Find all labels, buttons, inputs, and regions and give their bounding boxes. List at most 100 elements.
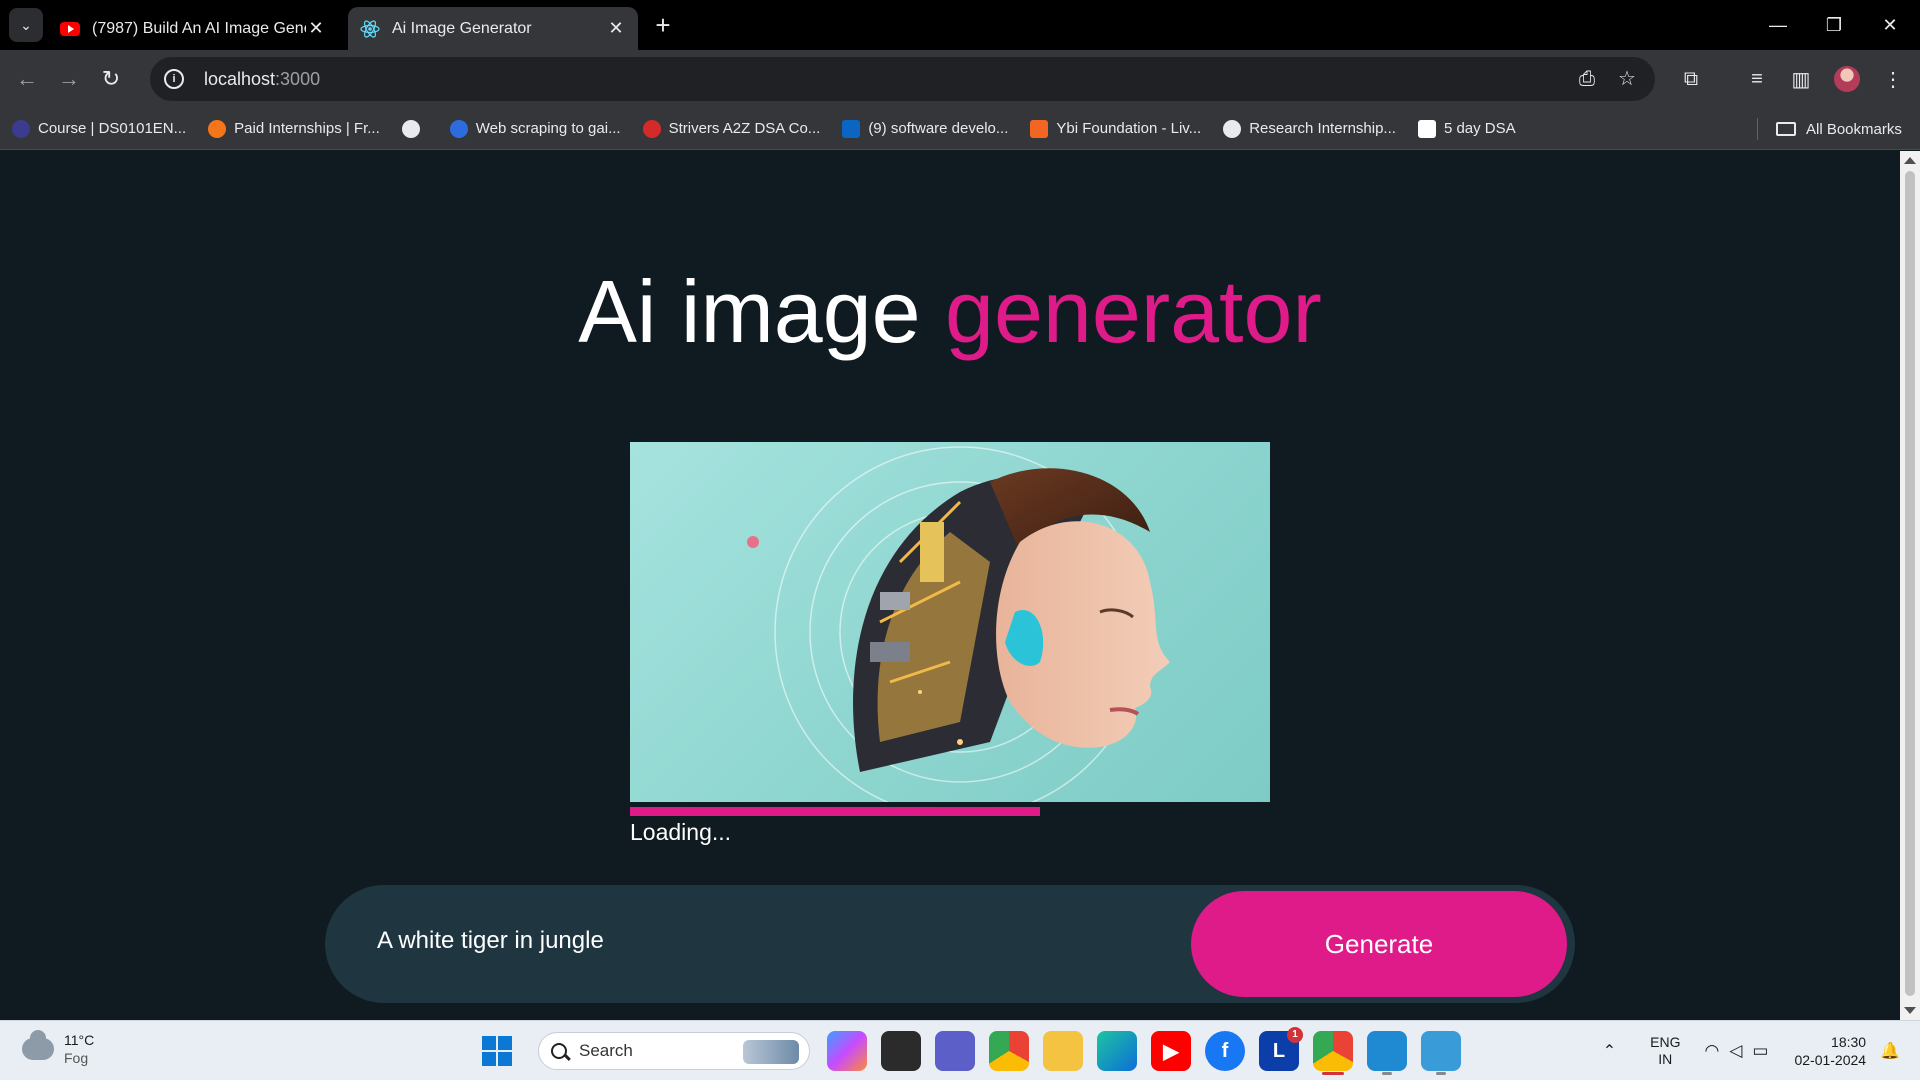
tab-strip: ⌄ (7987) Build An AI Image Gener ✕ Ai Im…	[0, 0, 1920, 50]
scrollbar-thumb[interactable]	[1905, 171, 1915, 996]
close-window-button[interactable]: ✕	[1862, 0, 1918, 50]
weather-widget[interactable]: 11°C Fog	[22, 1030, 95, 1067]
new-tab-button[interactable]: +	[650, 10, 676, 40]
youtube-icon[interactable]: ▶	[1151, 1031, 1191, 1071]
chrome-active-icon[interactable]	[1313, 1031, 1353, 1075]
bookmark-label: Web scraping to gai...	[475, 120, 621, 137]
close-icon[interactable]: ✕	[306, 18, 326, 39]
close-icon[interactable]: ✕	[606, 18, 626, 39]
bookmark-5-day-dsa[interactable]: 5 day DSA	[1417, 119, 1516, 138]
tab-ai-image-generator[interactable]: Ai Image Generator ✕	[348, 7, 638, 50]
address-bar[interactable]: i localhost:3000 ⎙ ☆	[150, 57, 1655, 101]
linkedin-icon	[842, 119, 861, 138]
bookmark-label: (9) software develo...	[868, 120, 1009, 137]
bookmark-paid-internships[interactable]: Paid Internships | Fr...	[208, 119, 380, 138]
generate-button[interactable]: Generate	[1191, 891, 1567, 997]
vscode-icon[interactable]	[1367, 1031, 1407, 1075]
chrome-icon[interactable]	[989, 1031, 1029, 1071]
minimize-button[interactable]: —	[1750, 0, 1806, 50]
install-app-icon[interactable]: ⎙	[1575, 67, 1599, 91]
avatar	[1834, 66, 1860, 92]
bookmark-icon	[12, 119, 30, 138]
clock-date: 02-01-2024	[1794, 1052, 1867, 1068]
running-indicator	[1322, 1072, 1344, 1075]
bookmark-label: Course | DS0101EN...	[38, 120, 187, 137]
facebook-icon[interactable]: f	[1205, 1031, 1245, 1071]
taskbar-search[interactable]: Search	[538, 1032, 810, 1070]
lang-line-1: ENG	[1650, 1034, 1681, 1050]
clock-time: 18:30	[1831, 1034, 1867, 1050]
media-control-icon[interactable]: ≡	[1738, 60, 1776, 98]
bookmark-label: Research Internship...	[1249, 120, 1396, 137]
bookmark-research[interactable]: Research Internship...	[1223, 119, 1396, 138]
taskbar: 11°C Fog Search ▶ f L1 ⌃ ENG IN ◠ ◁ ▭ 18…	[0, 1020, 1920, 1080]
menu-icon[interactable]: ⋮	[1874, 60, 1912, 98]
task-view-icon[interactable]	[881, 1031, 921, 1071]
bookmark-label: Ybi Foundation - Liv...	[1056, 120, 1202, 137]
prompt-bar: A white tiger in jungle Generate	[325, 885, 1575, 1003]
wifi-icon[interactable]: ◠	[1704, 1041, 1719, 1061]
bookmark-web-scraping[interactable]: Web scraping to gai...	[449, 119, 621, 138]
bookmark-icon	[1030, 119, 1049, 138]
bookmark-icon	[1417, 119, 1436, 138]
youtube-icon	[60, 19, 80, 39]
running-indicator	[1436, 1072, 1446, 1075]
volume-icon[interactable]: ◁	[1729, 1041, 1742, 1061]
reload-button[interactable]: ↻	[90, 58, 132, 100]
battery-icon[interactable]: ▭	[1752, 1041, 1768, 1061]
chevron-up-icon[interactable]: ⌃	[1603, 1041, 1616, 1061]
tab-youtube[interactable]: (7987) Build An AI Image Gener ✕	[48, 7, 338, 50]
file-explorer-icon[interactable]	[1043, 1031, 1083, 1071]
scrollbar[interactable]	[1900, 151, 1920, 1020]
running-indicator	[1382, 1072, 1392, 1075]
notepad-icon[interactable]	[1421, 1031, 1461, 1075]
weather-condition: Fog	[64, 1050, 89, 1066]
tab-search-button[interactable]: ⌄	[9, 8, 43, 42]
scroll-up-icon[interactable]	[1904, 157, 1916, 164]
loading-text: Loading...	[630, 819, 732, 845]
cloud-icon	[22, 1030, 54, 1060]
weather-temp: 11°C	[64, 1032, 95, 1048]
bookmark-globe[interactable]	[401, 119, 428, 138]
copilot-icon[interactable]	[827, 1031, 867, 1071]
bookmark-icon	[449, 119, 468, 138]
extensions-icon[interactable]: ⧉	[1672, 60, 1710, 98]
bookmark-ybi[interactable]: Ybi Foundation - Liv...	[1030, 119, 1202, 138]
scroll-down-icon[interactable]	[1904, 1007, 1916, 1014]
linkedin-learning-icon[interactable]: L1	[1259, 1027, 1303, 1071]
back-button[interactable]: ←	[6, 58, 48, 100]
windows-start-icon[interactable]	[482, 1036, 512, 1066]
browser-toolbar: ← → ↻ i localhost:3000 ⎙ ☆ ⧉ ≡ ▥ ⋮	[0, 50, 1920, 108]
bookmark-course[interactable]: Course | DS0101EN...	[12, 119, 187, 138]
url-text: localhost:3000	[204, 69, 320, 90]
url-host: localhost	[204, 68, 276, 89]
taskbar-apps: Search ▶ f L1	[470, 1027, 1468, 1075]
clock[interactable]: 18:30 02-01-2024	[1794, 1033, 1866, 1069]
site-info-icon[interactable]: i	[164, 69, 184, 89]
all-bookmarks-button[interactable]: All Bookmarks	[1776, 108, 1902, 150]
loading-progress-bar	[630, 807, 1040, 816]
globe-icon	[401, 119, 420, 138]
title-accent: generator	[945, 262, 1322, 361]
page-title: Ai image generator	[0, 261, 1900, 363]
chevron-down-icon: ⌄	[20, 16, 32, 33]
star-icon[interactable]: ☆	[1615, 67, 1639, 91]
tab-title: (7987) Build An AI Image Gener	[92, 19, 306, 37]
forward-button[interactable]: →	[48, 58, 90, 100]
lang-line-2: IN	[1658, 1051, 1673, 1067]
globe-icon	[1223, 119, 1242, 138]
notification-bell-icon[interactable]: 🔔	[1880, 1041, 1900, 1061]
prompt-input[interactable]: A white tiger in jungle	[377, 927, 604, 955]
bookmark-label: Strivers A2Z DSA Co...	[668, 120, 821, 137]
react-icon	[360, 19, 380, 39]
restore-button[interactable]: ❐	[1806, 0, 1862, 50]
generated-image	[630, 442, 1270, 802]
teams-icon[interactable]	[935, 1031, 975, 1071]
bookmark-linkedin[interactable]: (9) software develo...	[842, 119, 1009, 138]
side-panel-icon[interactable]: ▥	[1782, 60, 1820, 98]
bookmark-strivers[interactable]: Strivers A2Z DSA Co...	[642, 119, 821, 138]
profile-avatar[interactable]	[1828, 60, 1866, 98]
edge-icon[interactable]	[1097, 1031, 1137, 1071]
language-indicator[interactable]: ENG IN	[1650, 1034, 1680, 1068]
bookmarks-bar: Course | DS0101EN... Paid Internships | …	[0, 108, 1920, 150]
